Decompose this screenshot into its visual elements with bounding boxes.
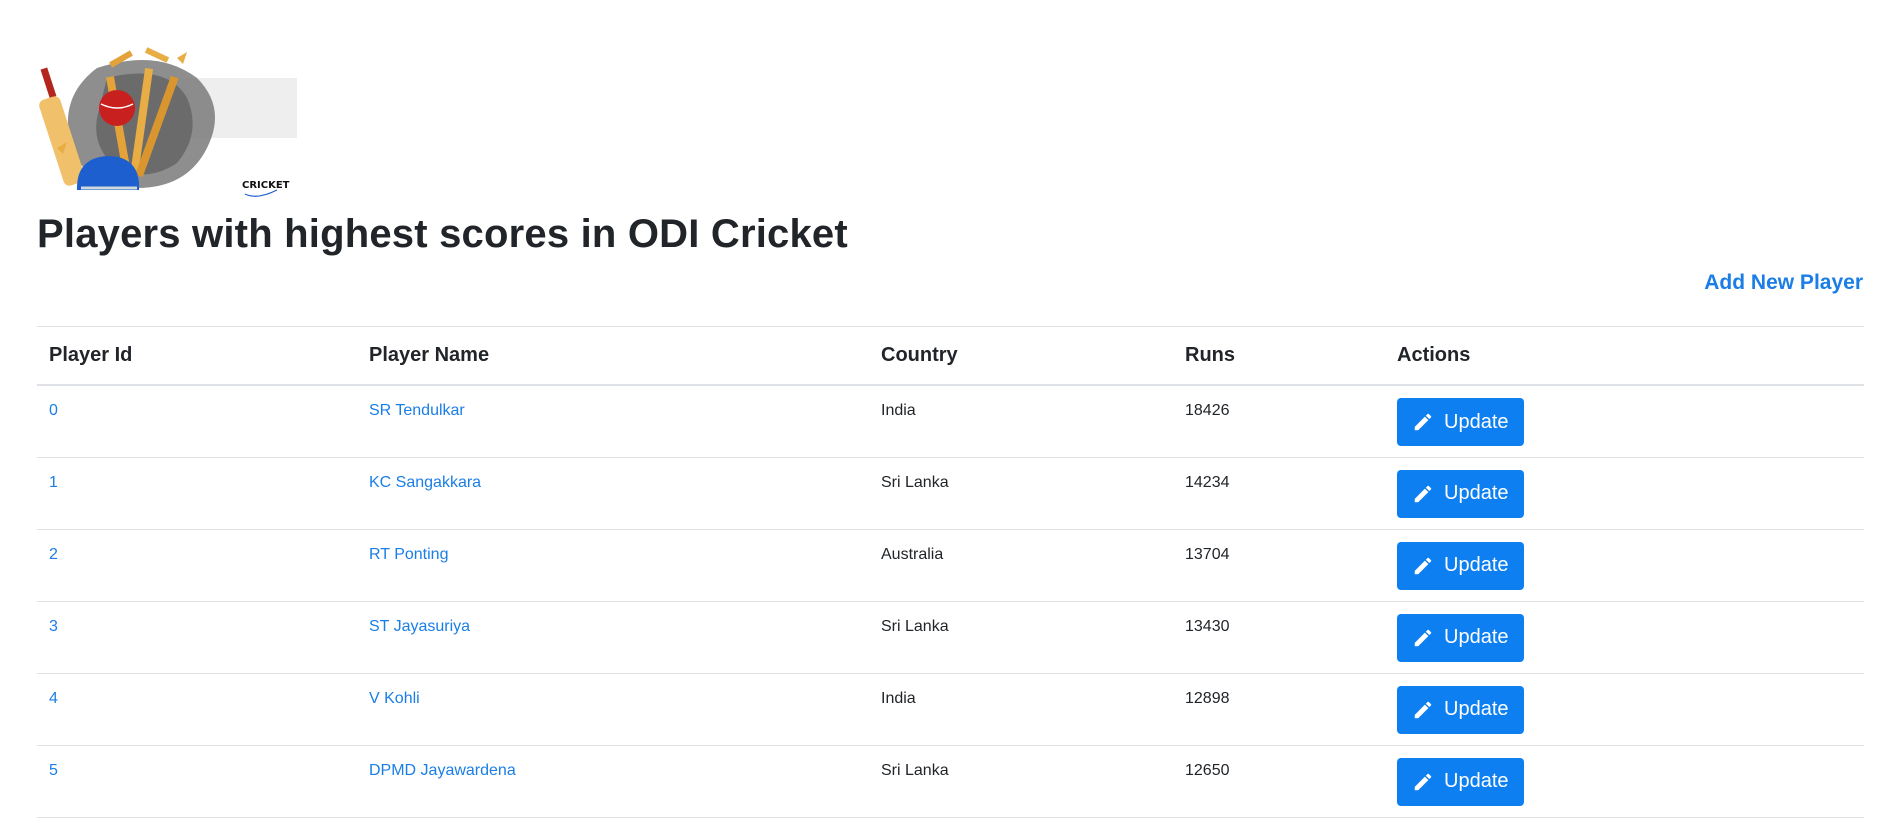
pencil-icon: [1414, 557, 1432, 574]
cell-country: Sri Lanka: [869, 601, 1173, 674]
table-row: 0 SR Tendulkar India 18426 Update: [37, 385, 1864, 458]
cell-actions: Update: [1385, 745, 1864, 818]
cell-player-name: DPMD Jayawardena: [357, 745, 869, 818]
cell-runs: 14234: [1173, 457, 1385, 530]
player-id-link[interactable]: 3: [49, 618, 58, 636]
cell-country: Sri Lanka: [869, 457, 1173, 530]
cell-runs: 12650: [1173, 745, 1385, 818]
page: CRICKET Players with highest scores in O…: [0, 0, 1883, 833]
header-player-name: Player Name: [357, 326, 869, 386]
cell-player-id: 1: [37, 457, 357, 530]
pencil-icon: [1414, 629, 1432, 646]
update-button[interactable]: Update: [1397, 541, 1524, 590]
runs-text: 14234: [1185, 473, 1230, 491]
cell-country: Sri Lanka: [869, 745, 1173, 818]
table-row: 5 DPMD Jayawardena Sri Lanka 12650 Updat…: [37, 745, 1864, 818]
players-table: Player Id Player Name Country Runs Actio…: [37, 326, 1864, 818]
update-button[interactable]: Update: [1397, 685, 1524, 734]
cell-player-name: RT Ponting: [357, 529, 869, 602]
cell-runs: 13430: [1173, 601, 1385, 674]
update-button-label: Update: [1444, 770, 1509, 792]
table-row: 1 KC Sangakkara Sri Lanka 14234 Update: [37, 457, 1864, 530]
pencil-icon: [1414, 773, 1432, 790]
table-body: 0 SR Tendulkar India 18426 Update 1 KC S…: [37, 385, 1864, 818]
header-country: Country: [869, 326, 1173, 386]
player-id-link[interactable]: 2: [49, 546, 58, 564]
cell-player-name: ST Jayasuriya: [357, 601, 869, 674]
update-button-label: Update: [1444, 626, 1509, 648]
cell-actions: Update: [1385, 673, 1864, 746]
player-name-link[interactable]: SR Tendulkar: [369, 402, 465, 420]
pencil-icon: [1414, 485, 1432, 502]
update-button-label: Update: [1444, 554, 1509, 576]
player-id-link[interactable]: 0: [49, 402, 58, 420]
cell-country: Australia: [869, 529, 1173, 602]
cell-runs: 18426: [1173, 385, 1385, 458]
update-button-label: Update: [1444, 698, 1509, 720]
svg-text:CRICKET: CRICKET: [242, 180, 290, 191]
cricket-logo: CRICKET: [37, 38, 297, 206]
runs-text: 12650: [1185, 761, 1230, 779]
update-button[interactable]: Update: [1397, 398, 1524, 446]
country-text: Sri Lanka: [881, 761, 949, 779]
country-text: Sri Lanka: [881, 473, 949, 491]
header-player-id: Player Id: [37, 326, 357, 386]
player-id-link[interactable]: 4: [49, 690, 58, 708]
header-runs: Runs: [1173, 326, 1385, 386]
table-row: 4 V Kohli India 12898 Update: [37, 673, 1864, 746]
cell-runs: 13704: [1173, 529, 1385, 602]
country-text: India: [881, 402, 916, 419]
country-text: Australia: [881, 545, 944, 563]
add-new-player-link[interactable]: Add New Player: [1704, 271, 1863, 295]
country-text: India: [881, 689, 916, 707]
player-name-link[interactable]: RT Ponting: [369, 546, 448, 564]
cell-player-id: 0: [37, 385, 357, 458]
cell-player-name: V Kohli: [357, 673, 869, 746]
cell-actions: Update: [1385, 457, 1864, 530]
cell-runs: 12898: [1173, 673, 1385, 746]
table-row: 3 ST Jayasuriya Sri Lanka 13430 Update: [37, 601, 1864, 674]
cell-actions: Update: [1385, 601, 1864, 674]
update-button[interactable]: Update: [1397, 613, 1524, 662]
player-name-link[interactable]: ST Jayasuriya: [369, 618, 470, 636]
player-id-link[interactable]: 1: [49, 474, 58, 492]
page-title: Players with highest scores in ODI Crick…: [37, 212, 848, 256]
country-text: Sri Lanka: [881, 617, 949, 635]
update-button[interactable]: Update: [1397, 469, 1524, 518]
runs-text: 13430: [1185, 617, 1230, 635]
cell-player-id: 3: [37, 601, 357, 674]
header-actions: Actions: [1385, 326, 1864, 386]
cell-player-id: 4: [37, 673, 357, 746]
runs-text: 18426: [1185, 402, 1230, 419]
table-row: 2 RT Ponting Australia 13704 Update: [37, 529, 1864, 602]
table-header-row: Player Id Player Name Country Runs Actio…: [37, 326, 1864, 386]
table-header: Player Id Player Name Country Runs Actio…: [37, 326, 1864, 386]
cell-country: India: [869, 673, 1173, 746]
players-table-container: Player Id Player Name Country Runs Actio…: [37, 326, 1864, 818]
cell-country: India: [869, 385, 1173, 458]
runs-text: 13704: [1185, 545, 1230, 563]
update-button-label: Update: [1444, 410, 1509, 433]
cell-actions: Update: [1385, 385, 1864, 458]
update-button[interactable]: Update: [1397, 757, 1524, 806]
cell-player-name: SR Tendulkar: [357, 385, 869, 458]
cell-player-name: KC Sangakkara: [357, 457, 869, 530]
cell-player-id: 5: [37, 745, 357, 818]
runs-text: 12898: [1185, 689, 1230, 707]
update-button-label: Update: [1444, 482, 1509, 504]
player-name-link[interactable]: V Kohli: [369, 690, 420, 708]
player-name-link[interactable]: KC Sangakkara: [369, 474, 481, 492]
pencil-icon: [1414, 701, 1432, 718]
cell-actions: Update: [1385, 529, 1864, 602]
cell-player-id: 2: [37, 529, 357, 602]
player-id-link[interactable]: 5: [49, 762, 58, 780]
player-name-link[interactable]: DPMD Jayawardena: [369, 762, 516, 780]
pencil-icon: [1414, 413, 1432, 431]
